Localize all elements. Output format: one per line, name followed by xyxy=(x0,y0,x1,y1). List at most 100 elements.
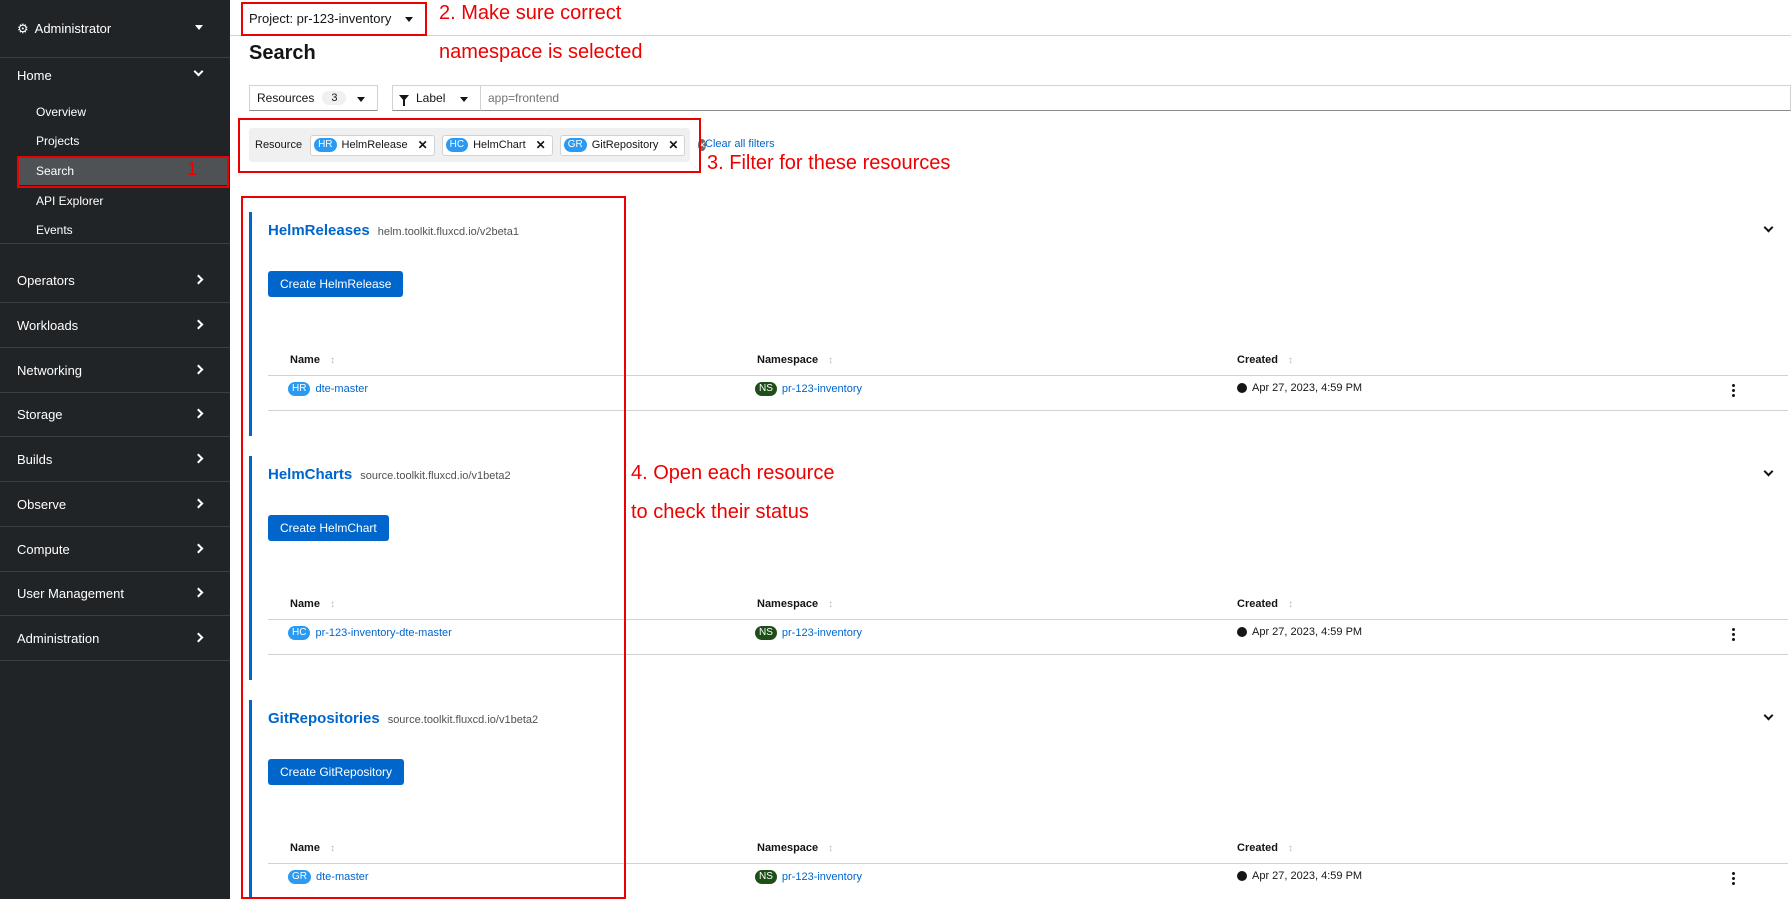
label-filter-dropdown[interactable]: Label xyxy=(392,85,481,111)
annotation-step-4a: 4. Open each resource xyxy=(631,462,835,484)
nav-section-label: Storage xyxy=(17,406,63,422)
column-header-namespace[interactable]: Namespace ↕ xyxy=(757,598,833,610)
sidebar-item-label: Events xyxy=(36,223,73,237)
gears-icon: ⚙ xyxy=(17,20,29,36)
header-text: Namespace xyxy=(757,598,819,610)
sort-icon: ↕ xyxy=(828,355,834,366)
column-header-namespace[interactable]: Namespace ↕ xyxy=(757,842,833,854)
annotation-box-filters xyxy=(238,118,701,173)
kebab-menu-icon[interactable] xyxy=(1732,628,1735,643)
annotation-step-3: 3. Filter for these resources xyxy=(707,152,951,174)
kebab-menu-icon[interactable] xyxy=(1732,384,1735,399)
nav-section-label: User Management xyxy=(17,585,124,601)
sort-icon: ↕ xyxy=(828,599,834,610)
nav-section-observe[interactable]: Observe xyxy=(0,482,230,527)
header-text: Namespace xyxy=(757,842,819,854)
column-header-created[interactable]: Created ↕ xyxy=(1237,842,1293,854)
sidebar-item-label: Projects xyxy=(36,134,80,148)
annotation-box-resources xyxy=(241,196,626,899)
namespace-link[interactable]: pr-123-inventory xyxy=(782,383,862,395)
nav-section-label: Administration xyxy=(17,630,100,646)
caret-down-icon xyxy=(195,25,203,30)
header-text: Created xyxy=(1237,354,1278,366)
column-header-namespace[interactable]: Namespace ↕ xyxy=(757,354,833,366)
nav-section-label: Operators xyxy=(17,272,75,288)
table-row-namespace[interactable]: NS pr-123-inventory xyxy=(755,870,862,884)
annotation-step-4b: to check their status xyxy=(631,501,809,523)
namespace-badge: NS xyxy=(755,382,777,396)
timestamp: Apr 27, 2023, 4:59 PM xyxy=(1252,626,1363,638)
filter-icon xyxy=(399,95,409,106)
timestamp: Apr 27, 2023, 4:59 PM xyxy=(1252,870,1363,882)
annotation-box-search xyxy=(17,156,229,188)
globe-icon xyxy=(1237,871,1247,881)
nav-section-compute[interactable]: Compute xyxy=(0,527,230,572)
nav-section-operators[interactable]: Operators xyxy=(0,258,230,303)
globe-icon xyxy=(1237,627,1247,637)
nav-section-workloads[interactable]: Workloads xyxy=(0,303,230,348)
chevron-down-icon[interactable] xyxy=(1763,710,1774,721)
sort-icon: ↕ xyxy=(828,843,834,854)
annotation-step-1: 1 xyxy=(187,159,198,179)
table-row-created: Apr 27, 2023, 4:59 PM xyxy=(1237,626,1362,638)
nav-section-user-management[interactable]: User Management xyxy=(0,571,230,616)
nav-section-home[interactable]: Home xyxy=(0,53,230,98)
namespace-badge: NS xyxy=(755,870,777,884)
namespace-link[interactable]: pr-123-inventory xyxy=(782,871,862,883)
chevron-right-icon xyxy=(193,453,204,464)
chevron-right-icon xyxy=(193,274,204,285)
sidebar-item-events[interactable]: Events xyxy=(18,216,228,244)
nav-section-networking[interactable]: Networking xyxy=(0,348,230,393)
chevron-down-icon xyxy=(193,66,204,77)
sort-icon: ↕ xyxy=(1287,599,1293,610)
sidebar-item-label: API Explorer xyxy=(36,194,104,208)
column-header-created[interactable]: Created ↕ xyxy=(1237,354,1293,366)
table-row-namespace[interactable]: NS pr-123-inventory xyxy=(755,626,862,640)
chevron-down-icon[interactable] xyxy=(1763,466,1774,477)
chevron-right-icon xyxy=(193,498,204,509)
chevron-down-icon[interactable] xyxy=(1763,222,1774,233)
chevron-right-icon xyxy=(193,364,204,375)
sidebar-item-overview[interactable]: Overview xyxy=(18,98,228,126)
namespace-link[interactable]: pr-123-inventory xyxy=(782,627,862,639)
annotation-step-2b: namespace is selected xyxy=(439,41,643,63)
nav-section-label: Networking xyxy=(17,362,83,378)
annotation-step-2a: 2. Make sure correct xyxy=(439,2,622,24)
nav-section-label: Compute xyxy=(17,541,70,557)
header-text: Namespace xyxy=(757,354,819,366)
sidebar-item-projects[interactable]: Projects xyxy=(18,127,228,155)
chevron-right-icon xyxy=(193,587,204,598)
namespace-badge: NS xyxy=(755,626,777,640)
divider xyxy=(0,243,230,244)
globe-icon xyxy=(1237,383,1247,393)
clear-all-filters-link[interactable]: Clear all filters xyxy=(705,138,775,150)
nav-section-administration[interactable]: Administration xyxy=(0,616,230,661)
kebab-menu-icon[interactable] xyxy=(1732,872,1735,887)
sort-icon: ↕ xyxy=(1287,355,1293,366)
perspective-label: Administrator xyxy=(34,21,112,36)
header-text: Created xyxy=(1237,598,1278,610)
timestamp: Apr 27, 2023, 4:59 PM xyxy=(1252,382,1363,394)
resources-label: Resources xyxy=(257,91,315,105)
nav-section-label: Observe xyxy=(17,496,67,512)
chevron-right-icon xyxy=(193,319,204,330)
column-header-created[interactable]: Created ↕ xyxy=(1237,598,1293,610)
nav-section-label: Builds xyxy=(17,451,53,467)
table-row-created: Apr 27, 2023, 4:59 PM xyxy=(1237,382,1362,394)
nav-section-label: Home xyxy=(17,68,52,83)
nav-section-label: Workloads xyxy=(17,317,79,333)
table-row-created: Apr 27, 2023, 4:59 PM xyxy=(1237,870,1362,882)
nav-section-storage[interactable]: Storage xyxy=(0,392,230,437)
nav-section-builds[interactable]: Builds xyxy=(0,437,230,482)
label-dropdown-text: Label xyxy=(416,91,446,105)
annotation-box-project xyxy=(241,2,427,36)
perspective-switcher[interactable]: ⚙ Administrator xyxy=(0,0,230,58)
sidebar-item-api-explorer[interactable]: API Explorer xyxy=(18,187,228,215)
sidebar-item-label: Overview xyxy=(36,105,87,119)
sidebar: ⚙ Administrator Home Overview Projects S… xyxy=(0,0,230,899)
resources-dropdown[interactable]: Resources 3 xyxy=(249,85,378,111)
chevron-right-icon xyxy=(193,632,204,643)
sort-icon: ↕ xyxy=(1287,843,1293,854)
label-search-input[interactable] xyxy=(481,85,1791,111)
table-row-namespace[interactable]: NS pr-123-inventory xyxy=(755,382,862,396)
